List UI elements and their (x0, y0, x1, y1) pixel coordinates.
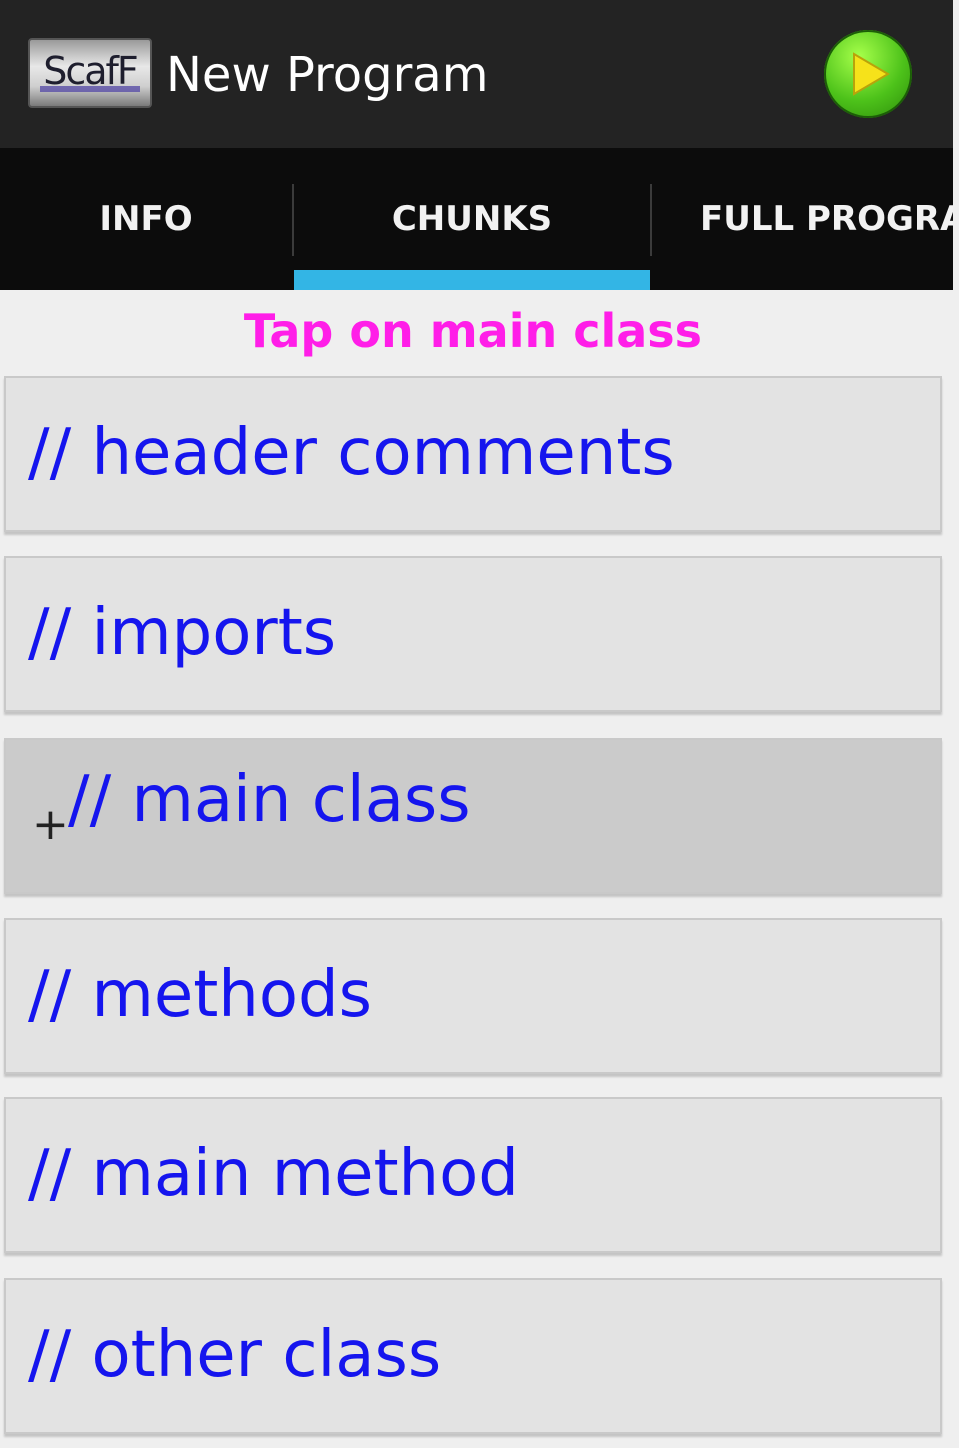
tab-bar: INFO CHUNKS FULL PROGRAM (0, 148, 953, 290)
app-logo: ScafF (28, 38, 152, 108)
chunk-label: // imports (28, 596, 337, 670)
chunk-other-class[interactable]: // other class (4, 1278, 942, 1434)
chunk-label: // main class (68, 763, 471, 837)
chunk-main-class[interactable]: + // main class (4, 738, 942, 894)
run-button[interactable] (824, 30, 912, 118)
chunk-label: // methods (28, 958, 372, 1032)
tab-info[interactable]: INFO (0, 148, 292, 290)
chunk-methods[interactable]: // methods (4, 918, 942, 1074)
play-icon (853, 52, 890, 96)
app-title: New Program (166, 47, 489, 103)
logo-stripe (40, 86, 140, 92)
action-bar: ScafF New Program (0, 0, 953, 148)
instruction-hint: Tap on main class (243, 304, 703, 358)
chunk-label: // main method (28, 1137, 519, 1211)
plus-icon: + (32, 799, 69, 850)
tab-chunks[interactable]: CHUNKS (294, 148, 650, 290)
selected-tab-indicator (294, 270, 650, 290)
chunk-main-method[interactable]: // main method (4, 1097, 942, 1253)
chunk-label: // header comments (28, 416, 675, 490)
tab-full-program[interactable]: FULL PROGRAM (652, 148, 953, 290)
chunk-header-comments[interactable]: // header comments (4, 376, 942, 532)
chunk-label: // other class (28, 1318, 442, 1392)
chunk-imports[interactable]: // imports (4, 556, 942, 712)
